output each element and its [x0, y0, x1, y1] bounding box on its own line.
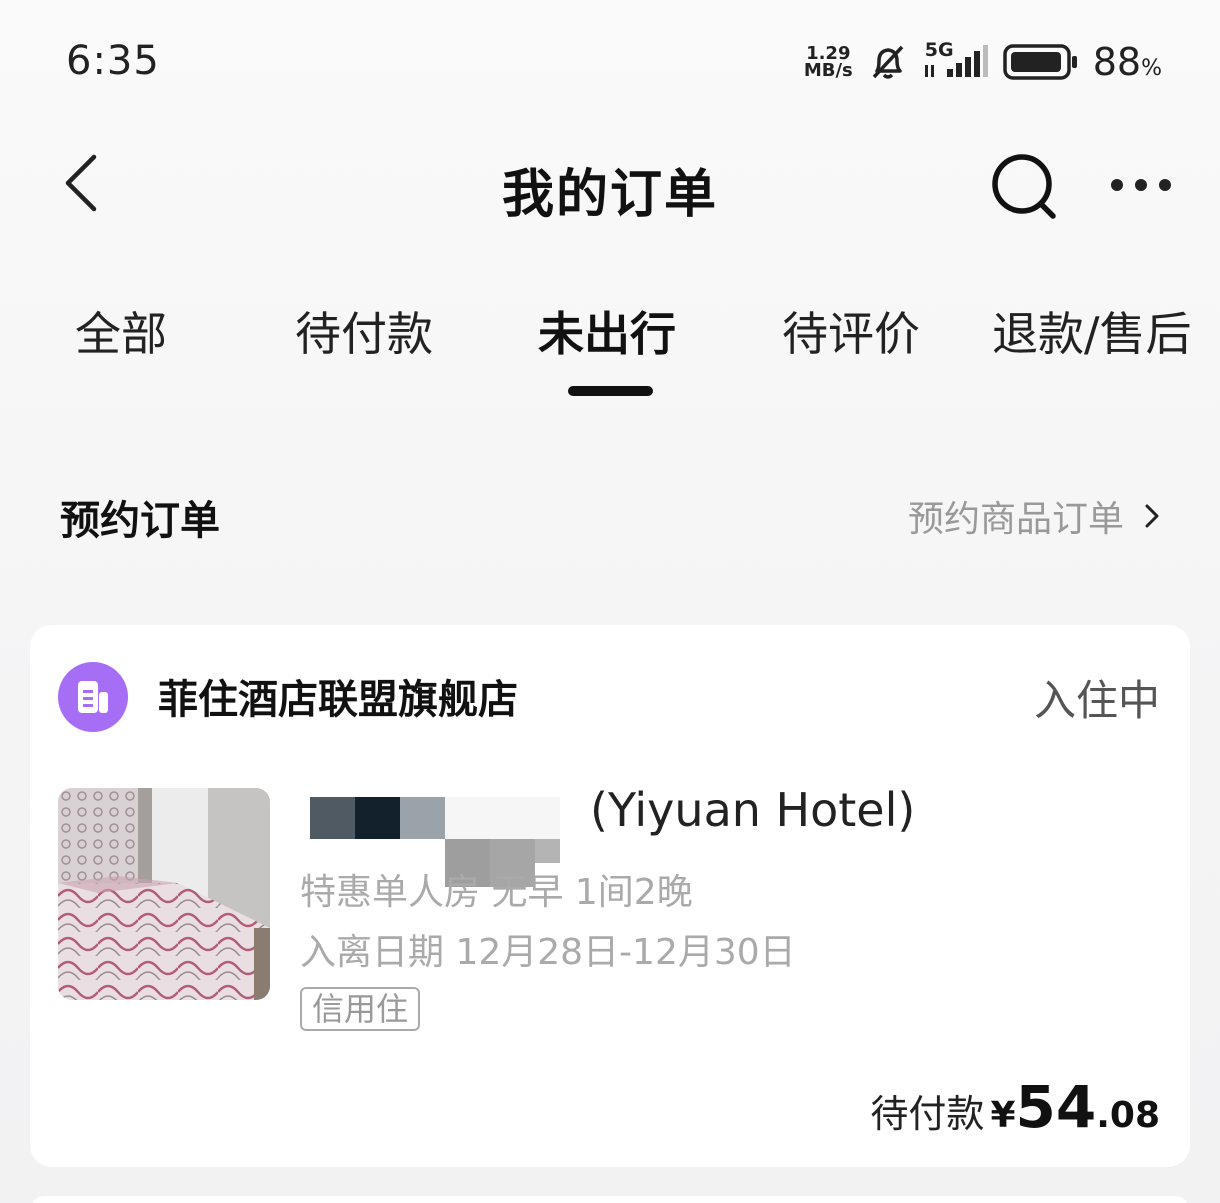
tab-all[interactable]: 全部 — [75, 298, 167, 364]
credit-stay-tag: 信用住 — [300, 987, 421, 1031]
active-tab-indicator — [568, 386, 653, 396]
price-decimal: .08 — [1096, 1095, 1160, 1136]
section-title: 预约订单 — [60, 498, 220, 544]
stay-dates: 入离日期 12月28日-12月30日 — [300, 932, 796, 973]
hotel-name[interactable]: (Yiyuan Hotel) — [590, 783, 915, 837]
signal-icon: 5G — [923, 39, 989, 83]
price-currency: ¥ — [990, 1095, 1016, 1136]
hotel-image — [58, 788, 270, 1000]
silent-bell-icon — [872, 45, 904, 79]
clock: 6:35 — [66, 38, 160, 84]
tab-pending-review[interactable]: 待评价 — [782, 298, 920, 364]
next-order-card[interactable] — [30, 1196, 1190, 1203]
tab-refund[interactable]: 退款/售后 — [992, 298, 1192, 364]
status-bar: 6:35 1.29 MB/s 5G 88% — [0, 0, 1220, 125]
price-row: 待付款 ¥ 54 .08 — [870, 1073, 1160, 1141]
price-label: 待付款 — [870, 1092, 985, 1136]
battery-icon — [1002, 44, 1077, 80]
tab-pending-payment[interactable]: 待付款 — [295, 298, 433, 364]
chevron-right-icon — [1145, 504, 1159, 528]
reservation-goods-link[interactable]: 预约商品订单 — [908, 490, 1160, 542]
shop-name[interactable]: 菲住酒店联盟旗舰店 — [158, 667, 518, 725]
search-icon — [992, 154, 1056, 219]
room-info: 特惠单人房 无早 1间2晚 — [300, 872, 693, 913]
price-integer: 54 — [1015, 1073, 1097, 1141]
more-icon — [1111, 179, 1171, 191]
more-button[interactable] — [1106, 160, 1176, 210]
net-speed: 1.29 MB/s — [803, 43, 853, 81]
nav-bar: 我的订单 — [0, 130, 1220, 240]
order-card[interactable]: 菲住酒店联盟旗舰店 入住中 (Yiyuan Hotel) 特惠单人房 无早 1间… — [30, 625, 1190, 1167]
order-status: 入住中 — [1033, 676, 1160, 725]
battery-percentage: 88% — [1092, 40, 1162, 84]
shop-icon — [58, 662, 128, 732]
search-button[interactable] — [988, 150, 1062, 224]
tab-not-traveled[interactable]: 未出行 — [538, 298, 676, 364]
order-tabs: 全部 待付款 未出行 待评价 退款/售后 — [0, 290, 1220, 410]
status-icons: 1.29 MB/s 5G 88% — [803, 39, 1162, 84]
section-header: 预约订单 预约商品订单 — [0, 480, 1220, 550]
